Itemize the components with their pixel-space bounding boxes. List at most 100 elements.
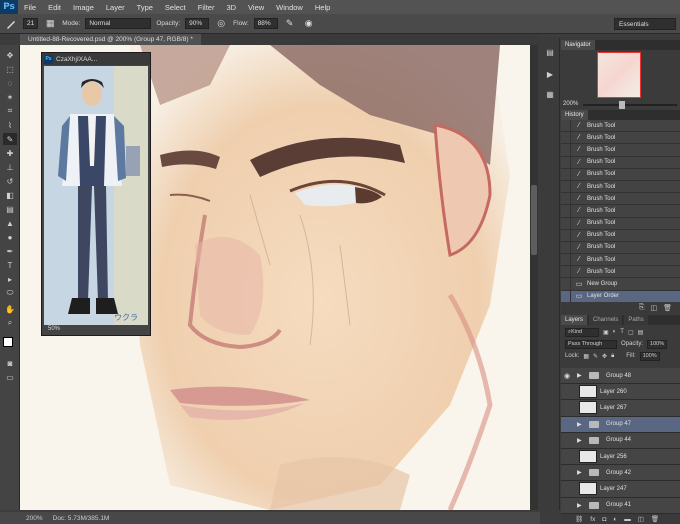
navigator-zoom-slider[interactable]: [583, 104, 677, 106]
layer-row[interactable]: ▶ Group 42: [561, 465, 680, 482]
reference-window-titlebar[interactable]: Ps CzaXhjIXAA...: [42, 53, 150, 65]
history-snapshot-toggle[interactable]: [561, 278, 571, 291]
link-layers-icon[interactable]: ⛓︎: [575, 515, 583, 523]
brush-preset-icon[interactable]: [4, 17, 18, 31]
history-panel-icon[interactable]: ▤: [544, 46, 556, 58]
gradient-tool-icon[interactable]: ▤: [3, 203, 17, 215]
layer-row[interactable]: Layer 260: [561, 384, 680, 401]
history-brush-tool-icon[interactable]: ↺: [3, 175, 17, 187]
new-group-icon[interactable]: ▬: [624, 516, 631, 523]
history-snapshot-toggle[interactable]: [561, 217, 571, 230]
navigator-zoom-value[interactable]: 200%: [563, 101, 578, 107]
new-snapshot-icon[interactable]: ◫: [650, 304, 657, 312]
blur-tool-icon[interactable]: ▲: [3, 217, 17, 229]
history-item[interactable]: ⁄ Brush Tool: [561, 156, 680, 169]
history-snapshot-toggle[interactable]: [561, 131, 571, 144]
fill-field[interactable]: 100%: [639, 351, 660, 361]
hand-tool-icon[interactable]: ✋: [3, 303, 17, 315]
layer-row[interactable]: ▶ Group 47: [561, 416, 680, 433]
history-snapshot-toggle[interactable]: [561, 119, 571, 132]
menu-3d[interactable]: 3D: [220, 3, 242, 12]
layer-row[interactable]: ◉ ▶ Group 48: [561, 368, 680, 385]
menu-image[interactable]: Image: [67, 3, 100, 12]
chevron-right-icon[interactable]: ▶: [577, 421, 585, 428]
navigator-thumbnail[interactable]: [597, 52, 641, 98]
marquee-tool-icon[interactable]: ⬚: [3, 63, 17, 75]
chevron-right-icon[interactable]: ▶: [577, 469, 585, 476]
layer-row[interactable]: ▶ Group 44: [561, 432, 680, 449]
pen-tool-icon[interactable]: ✒: [3, 245, 17, 257]
properties-panel-icon[interactable]: ▦: [544, 88, 556, 100]
lasso-tool-icon[interactable]: ◌: [3, 77, 17, 89]
layer-opacity-field[interactable]: 100%: [647, 339, 668, 349]
history-snapshot-toggle[interactable]: [561, 241, 571, 254]
actions-panel-icon[interactable]: ▶: [544, 68, 556, 80]
document-tab[interactable]: Untitled-88-Recovered.psd @ 200% (Group …: [20, 34, 201, 45]
screen-mode-icon[interactable]: ▭: [3, 371, 17, 383]
new-layer-icon[interactable]: ◫: [638, 515, 644, 523]
layer-mask-icon[interactable]: ◘: [602, 516, 606, 523]
history-item[interactable]: ⁄ Brush Tool: [561, 180, 680, 194]
reference-image-window[interactable]: Ps CzaXhjIXAA... ウクラ 50%: [41, 52, 151, 336]
history-item[interactable]: ⁄ Brush Tool: [561, 217, 680, 230]
menu-filter[interactable]: Filter: [192, 3, 221, 12]
adjustment-layer-icon[interactable]: ◐: [613, 516, 617, 523]
history-item[interactable]: ⁄ Brush Tool: [561, 241, 680, 255]
history-snapshot-toggle[interactable]: [561, 290, 571, 303]
lock-all-icon[interactable]: 🔒︎: [611, 353, 614, 360]
menu-view[interactable]: View: [242, 3, 270, 12]
eye-icon[interactable]: ◉: [561, 372, 573, 380]
move-tool-icon[interactable]: ✥: [3, 49, 17, 61]
workspace-switcher[interactable]: Essentials: [614, 18, 676, 30]
layer-row[interactable]: Layer 247: [561, 481, 680, 498]
tab-channels[interactable]: Channels: [589, 315, 623, 325]
tab-navigator[interactable]: Navigator: [561, 40, 595, 50]
pressure-opacity-icon[interactable]: ◎: [214, 17, 228, 31]
foreground-color-swatch[interactable]: [3, 337, 13, 347]
lock-position-icon[interactable]: ✥: [602, 353, 607, 360]
menu-select[interactable]: Select: [159, 3, 192, 12]
history-item[interactable]: ⁄ Brush Tool: [561, 229, 680, 242]
chevron-right-icon[interactable]: ▶: [577, 372, 585, 379]
dodge-tool-icon[interactable]: ●: [3, 231, 17, 243]
magic-wand-tool-icon[interactable]: ✶: [3, 91, 17, 103]
canvas-scrollbar-thumb[interactable]: [531, 185, 537, 255]
status-zoom[interactable]: 200%: [26, 515, 43, 522]
tab-layers[interactable]: Layers: [561, 315, 588, 325]
brush-size-picker[interactable]: 21: [23, 18, 39, 29]
chevron-right-icon[interactable]: ▶: [577, 437, 585, 444]
delete-state-icon[interactable]: 🗑︎: [663, 304, 672, 312]
pixel-filter-icon[interactable]: ▣: [603, 329, 609, 336]
airbrush-icon[interactable]: ✎: [283, 17, 297, 31]
lock-pixels-icon[interactable]: ✎: [593, 353, 598, 360]
quick-mask-icon[interactable]: ◙: [3, 357, 17, 369]
brush-panel-toggle-icon[interactable]: ▦: [43, 17, 57, 31]
healing-brush-tool-icon[interactable]: ✚: [3, 147, 17, 159]
layer-style-icon[interactable]: fx: [590, 516, 595, 523]
menu-help[interactable]: Help: [309, 3, 336, 12]
menu-window[interactable]: Window: [270, 3, 309, 12]
layer-row[interactable]: Layer 256: [561, 448, 680, 466]
history-snapshot-toggle[interactable]: [561, 143, 571, 156]
history-item[interactable]: ⁄ Brush Tool: [561, 253, 680, 267]
history-item[interactable]: ⁄ Brush Tool: [561, 119, 680, 133]
smart-object-filter-icon[interactable]: ▤: [638, 329, 644, 336]
shape-filter-icon[interactable]: ▢: [628, 329, 634, 336]
type-tool-icon[interactable]: T: [3, 259, 17, 271]
path-selection-tool-icon[interactable]: ▸: [3, 273, 17, 285]
crop-tool-icon[interactable]: ⌗: [3, 105, 17, 117]
history-item[interactable]: ⁄ Brush Tool: [561, 143, 680, 157]
history-snapshot-toggle[interactable]: [561, 265, 571, 278]
history-snapshot-toggle[interactable]: [561, 168, 571, 181]
navigator-zoom-knob[interactable]: [619, 101, 625, 109]
opacity-field[interactable]: 90%: [185, 18, 210, 29]
chevron-right-icon[interactable]: ▶: [577, 502, 585, 509]
blend-mode-select[interactable]: Pass Through: [565, 339, 617, 349]
adjustment-filter-icon[interactable]: ◐: [613, 329, 617, 335]
menu-type[interactable]: Type: [131, 3, 159, 12]
history-snapshot-toggle[interactable]: [561, 229, 571, 242]
history-snapshot-toggle[interactable]: [561, 204, 571, 217]
history-item[interactable]: ⁄ Brush Tool: [561, 168, 680, 181]
tab-paths[interactable]: Paths: [624, 315, 648, 325]
brush-tool-icon[interactable]: ✎: [3, 133, 17, 145]
